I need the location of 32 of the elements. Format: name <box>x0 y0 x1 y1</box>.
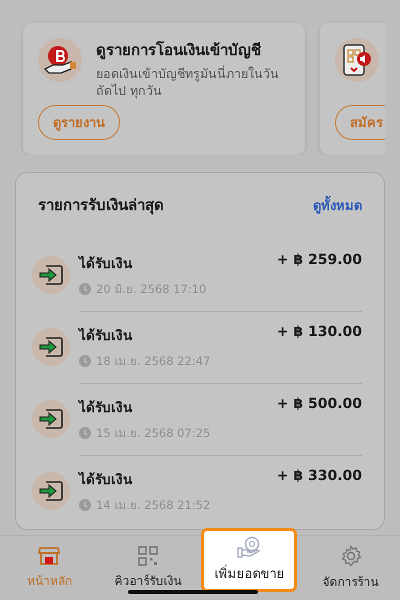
payment-amount: + ฿ 130.00 <box>276 324 362 342</box>
promo-description: ยอดเงินเข้าบัญชีทรูมันนี่ภายในวัน ถัดไป ทุกวัน <box>96 66 280 100</box>
clock-icon <box>79 499 91 511</box>
section-title: รายการรับเงินล่าสุด <box>38 195 164 216</box>
clock-icon <box>79 354 91 366</box>
store-icon <box>38 546 60 566</box>
payment-label: ได้รับเงิน <box>79 470 132 490</box>
nav-tab[interactable]: คิวอาร์รับเงิน <box>98 536 198 600</box>
clock-icon <box>79 282 91 294</box>
payment-label: ได้รับเงิน <box>79 398 132 418</box>
payment-amount: + ฿ 259.00 <box>276 252 362 270</box>
qr-code-icon <box>138 546 158 566</box>
arrow-in-icon <box>38 479 64 503</box>
nav-tab[interactable]: จัดการร้าน <box>301 536 400 600</box>
clock-icon <box>79 426 91 438</box>
promo-title: ดูรายการโอนเงินเข้าบัญชี <box>96 40 262 62</box>
coin-hand-icon <box>43 44 77 76</box>
settings-icon <box>340 545 362 567</box>
see-all-link[interactable]: ดูทั้งหมด <box>313 194 362 216</box>
payment-amount: + ฿ 500.00 <box>276 396 362 414</box>
promo-button[interactable]: สมัคร <box>335 105 385 140</box>
payment-amount: + ฿ 330.00 <box>276 468 362 486</box>
promo-button[interactable]: ดูรายงาน <box>38 105 120 140</box>
nav-tab[interactable]: หน้าหลัก <box>0 536 99 600</box>
payment-label: ได้รับเงิน <box>79 254 132 274</box>
payment-label: ได้รับเงิน <box>79 326 132 346</box>
arrow-in-icon <box>38 335 64 359</box>
arrow-in-icon <box>38 407 64 431</box>
coin-hand-icon <box>236 536 262 558</box>
nav-tab[interactable]: เพิ่มยอดขาย <box>201 528 298 592</box>
arrow-in-icon <box>38 263 64 287</box>
qr-speaker-icon <box>342 43 372 77</box>
